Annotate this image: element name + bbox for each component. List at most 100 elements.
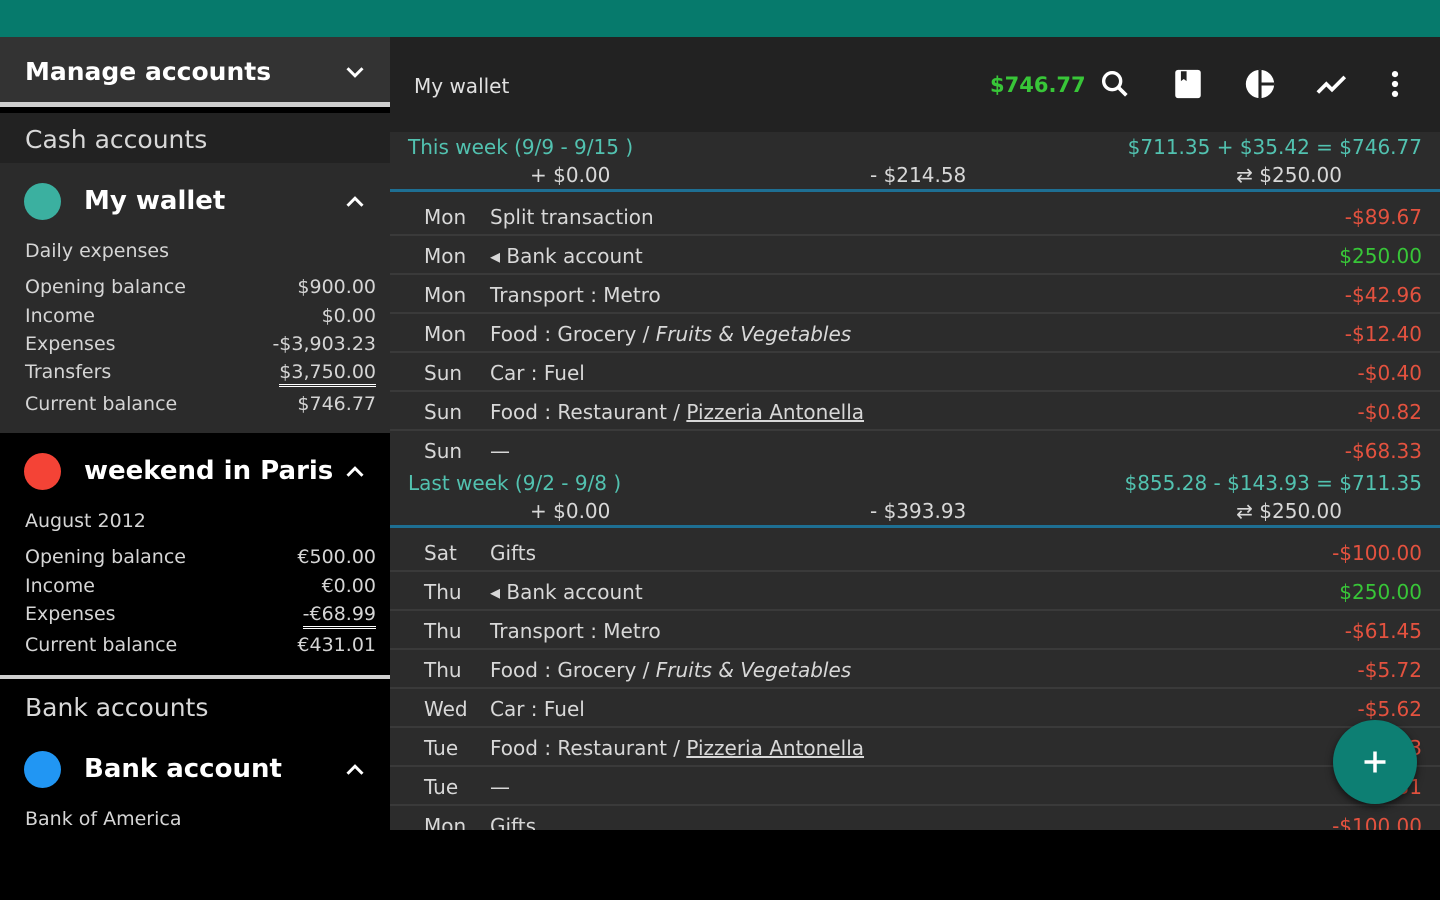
account-description: August 2012	[25, 510, 146, 532]
transaction-day: Thu	[424, 619, 462, 643]
transaction-row[interactable]: Mon Split transaction -$89.67	[390, 197, 1440, 236]
week-expense: - $214.58	[870, 163, 967, 187]
account-name: My wallet	[84, 186, 226, 216]
plus-icon	[1364, 751, 1386, 773]
week-title: This week (9/9 - 9/15 )	[408, 135, 634, 159]
transaction-row[interactable]: Tue Food : Restaurant / Pizzeria Antonel…	[390, 728, 1440, 767]
transaction-day: Sun	[424, 439, 463, 463]
desc-subcategory: Fruits & Vegetables	[655, 658, 852, 682]
account-color-dot	[24, 183, 61, 220]
transaction-description: —	[490, 439, 510, 463]
transaction-row[interactable]: Mon Food : Grocery / Fruits & Vegetables…	[390, 314, 1440, 353]
transaction-row[interactable]: Wed Car : Fuel -$5.62	[390, 689, 1440, 728]
account-balance: $746.77	[990, 73, 1086, 97]
transaction-description: Gifts	[490, 541, 536, 565]
transaction-row[interactable]: Thu Food : Grocery / Fruits & Vegetables…	[390, 650, 1440, 689]
transaction-amount: -$100.00	[1332, 814, 1422, 830]
transaction-amount: $250.00	[1339, 244, 1422, 268]
transaction-day: Tue	[424, 775, 459, 799]
transaction-row[interactable]: Tue — -$68.31	[390, 767, 1440, 806]
desc-text: Split transaction	[490, 205, 654, 229]
income-row: Income €0.00	[25, 575, 376, 601]
transaction-description: Transport : Metro	[490, 619, 661, 643]
account-color-dot	[24, 453, 61, 490]
transaction-amount: -$68.33	[1344, 439, 1422, 463]
bank-accounts-header: Bank accounts	[0, 681, 390, 731]
desc-text: Food : Grocery /	[490, 658, 656, 682]
transaction-day: Thu	[424, 658, 462, 682]
pie-chart-icon[interactable]	[1243, 67, 1277, 101]
more-vert-icon[interactable]	[1378, 67, 1412, 101]
transaction-day: Mon	[424, 283, 467, 307]
transaction-day: Sat	[424, 541, 457, 565]
desc-payee: Pizzeria Antonella	[686, 400, 865, 424]
transaction-description: Split transaction	[490, 205, 654, 229]
transaction-row[interactable]: Thu Transport : Metro -$61.45	[390, 611, 1440, 650]
add-transaction-button[interactable]	[1333, 720, 1417, 804]
search-icon[interactable]	[1098, 67, 1132, 101]
transaction-description: —	[490, 775, 510, 799]
chevron-up-icon[interactable]	[340, 755, 370, 785]
desc-text: —	[490, 439, 510, 463]
transaction-row[interactable]: Sat Gifts -$100.00	[390, 533, 1440, 572]
opening-balance-row: Opening balance €500.00	[25, 546, 376, 572]
row-value: €0.00	[321, 575, 376, 597]
desc-text: Car : Fuel	[490, 361, 585, 385]
row-value: $3,750.00	[279, 361, 376, 387]
desc-text: Transport : Metro	[490, 619, 661, 643]
transaction-row[interactable]: Sun Food : Restaurant / Pizzeria Antonel…	[390, 392, 1440, 431]
transaction-row[interactable]: Sun Car : Fuel -$0.40	[390, 353, 1440, 392]
desc-text: Gifts	[490, 814, 537, 830]
row-value: $746.77	[297, 393, 376, 415]
transaction-amount: -$5.72	[1357, 658, 1422, 682]
transaction-row[interactable]: Mon Transport : Metro -$42.96	[390, 275, 1440, 314]
transaction-row[interactable]: Mon ◂ Bank account $250.00	[390, 236, 1440, 275]
transaction-description: Food : Restaurant / Pizzeria Antonella	[490, 400, 864, 424]
expenses-row: Expenses -$3,903.23	[25, 333, 376, 359]
week-summary: $711.35 + $35.42 = $746.77	[1127, 135, 1422, 159]
row-value: -$3,903.23	[272, 333, 376, 355]
transaction-amount: -$5.62	[1357, 697, 1422, 721]
transaction-amount: -$61.45	[1344, 619, 1422, 643]
row-value: -€68.99	[302, 603, 376, 629]
transaction-row[interactable]: Sun — -$68.33	[390, 431, 1440, 468]
section-divider	[0, 675, 390, 679]
chevron-down-icon	[340, 57, 370, 87]
trend-chart-icon[interactable]	[1315, 67, 1349, 101]
toolbar: My wallet $746.77	[390, 37, 1440, 132]
account-card-bank-account[interactable]: Bank account Bank of America	[0, 731, 390, 830]
week-income: + $0.00	[530, 499, 611, 523]
desc-text: ◂ Bank account	[490, 244, 643, 268]
account-card-my-wallet[interactable]: My wallet Daily expenses Opening balance…	[0, 163, 390, 433]
account-description: Daily expenses	[25, 240, 169, 262]
account-name: Bank account	[84, 754, 282, 784]
transaction-description: Transport : Metro	[490, 283, 661, 307]
bookmark-icon[interactable]	[1171, 67, 1205, 101]
week-transfer: ⇄ $250.00	[1236, 499, 1342, 523]
desc-text: Transport : Metro	[490, 283, 661, 307]
transaction-row[interactable]: Mon Gifts -$100.00	[390, 806, 1440, 830]
transaction-day: Tue	[424, 736, 459, 760]
transaction-description: Food : Restaurant / Pizzeria Antonella	[490, 736, 864, 760]
transaction-amount: -$0.40	[1357, 361, 1422, 385]
transaction-amount: $250.00	[1339, 580, 1422, 604]
row-value: $0.00	[321, 305, 376, 327]
chevron-up-icon[interactable]	[340, 457, 370, 487]
manage-accounts-button[interactable]: Manage accounts	[0, 37, 390, 107]
manage-accounts-label: Manage accounts	[25, 57, 272, 86]
current-balance-row: Current balance $746.77	[25, 393, 376, 419]
account-color-dot	[24, 751, 61, 788]
row-label: Current balance	[25, 393, 178, 415]
chevron-up-icon[interactable]	[340, 187, 370, 217]
week-transfer: ⇄ $250.00	[1236, 163, 1342, 187]
account-card-weekend-in-paris[interactable]: weekend in Paris August 2012 Opening bal…	[0, 433, 390, 673]
row-label: Opening balance	[25, 546, 186, 568]
transaction-description: Food : Grocery / Fruits & Vegetables	[490, 658, 851, 682]
transaction-row[interactable]: Thu ◂ Bank account $250.00	[390, 572, 1440, 611]
desc-text: Food : Restaurant /	[490, 736, 687, 760]
transaction-day: Sun	[424, 361, 463, 385]
transaction-day: Mon	[424, 244, 467, 268]
account-description: Bank of America	[25, 808, 182, 830]
transaction-description: Car : Fuel	[490, 697, 585, 721]
desc-text: ◂ Bank account	[490, 580, 643, 604]
